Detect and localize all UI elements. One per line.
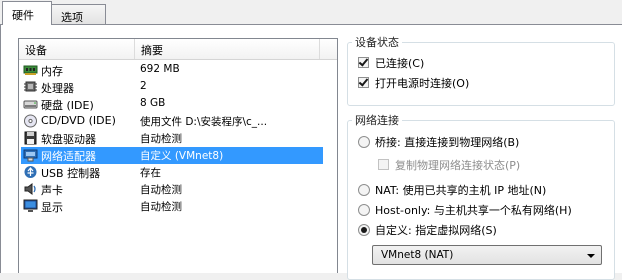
processor-icon <box>24 81 37 92</box>
device-summary: 8 GB <box>140 97 166 109</box>
tab-hardware-label: 硬件 <box>12 9 34 22</box>
tab-strip-border <box>0 24 622 25</box>
device-row-hard-disk[interactable]: 硬盘 (IDE) 8 GB <box>21 96 323 113</box>
device-summary: 自动检测 <box>140 133 182 145</box>
device-summary: 存在 <box>140 167 161 179</box>
replicate-state-label[interactable]: 复制物理网络连接状态(P) <box>395 157 520 173</box>
device-row-processor[interactable]: 处理器 2 <box>21 79 323 96</box>
device-name: 软盘驱动器 <box>41 133 96 146</box>
memory-icon <box>23 65 38 75</box>
connect-at-power-on-checkbox[interactable] <box>358 77 369 88</box>
floppy-icon <box>24 131 37 145</box>
custom-label[interactable]: 自定义: 指定虚拟网络(S) <box>375 222 497 238</box>
nat-radio[interactable] <box>358 184 370 196</box>
connected-label[interactable]: 已连接(C) <box>375 55 424 71</box>
column-separator[interactable] <box>134 39 135 59</box>
host-only-radio[interactable] <box>358 204 370 216</box>
column-header-summary[interactable]: 摘要 <box>141 42 163 58</box>
device-name: 网络适配器 <box>41 150 96 163</box>
connected-checkbox[interactable] <box>358 57 369 68</box>
device-name: USB 控制器 <box>41 167 101 180</box>
column-header-device[interactable]: 设备 <box>25 42 47 58</box>
custom-network-value: VMnet8 (NAT) <box>381 249 454 261</box>
device-summary: 692 MB <box>140 63 180 75</box>
column-separator[interactable] <box>319 39 320 59</box>
device-row-display[interactable]: 显示 自动检测 <box>21 198 323 215</box>
device-name: 声卡 <box>41 184 63 197</box>
device-name: CD/DVD (IDE) <box>41 114 116 127</box>
tab-options[interactable]: 选项 <box>51 4 106 24</box>
usb-icon <box>24 166 37 178</box>
device-row-memory[interactable]: 内存 692 MB <box>21 62 323 79</box>
device-row-cd-dvd[interactable]: CD/DVD (IDE) 使用文件 D:\安装程序\c_... <box>21 113 323 130</box>
device-name: 显示 <box>41 201 63 214</box>
device-summary: 自定义 (VMnet8) <box>140 150 224 162</box>
device-row-sound-card[interactable]: 声卡 自动检测 <box>21 181 323 198</box>
device-summary: 自动检测 <box>140 184 182 196</box>
device-status-group <box>347 42 615 106</box>
sound-card-icon <box>24 183 36 195</box>
device-list[interactable]: 设备 摘要 内存 692 MB 处理器 2 硬盘 (IDE) 8 GB CD/D… <box>18 38 338 273</box>
tab-hardware[interactable]: 硬件 <box>2 1 52 25</box>
nat-label[interactable]: NAT: 使用已共享的主机 IP 地址(N) <box>375 182 546 198</box>
device-row-floppy[interactable]: 软盘驱动器 自动检测 <box>21 130 323 147</box>
custom-network-select[interactable]: VMnet8 (NAT) <box>372 245 602 265</box>
hard-disk-icon <box>23 100 38 109</box>
device-name: 内存 <box>41 65 63 78</box>
device-name: 硬盘 (IDE) <box>41 99 94 112</box>
device-status-title: 设备状态 <box>352 34 402 50</box>
tab-options-label: 选项 <box>61 11 83 24</box>
device-row-network-adapter[interactable]: 网络适配器 自定义 (VMnet8) <box>21 147 323 164</box>
custom-radio[interactable] <box>358 224 370 236</box>
bridged-radio[interactable] <box>358 136 370 148</box>
bridged-label[interactable]: 桥接: 直接连接到物理网络(B) <box>375 134 519 150</box>
device-summary: 自动检测 <box>140 201 182 213</box>
host-only-label[interactable]: Host-only: 与主机共享一个私有网络(H) <box>375 202 572 218</box>
chevron-down-icon <box>587 254 595 258</box>
replicate-state-checkbox[interactable] <box>378 159 389 170</box>
cd-dvd-icon <box>24 114 37 128</box>
connect-at-power-on-label[interactable]: 打开电源时连接(O) <box>375 75 469 91</box>
device-name: 处理器 <box>41 82 74 95</box>
network-connection-title: 网络连接 <box>352 112 402 128</box>
device-summary: 2 <box>140 80 147 92</box>
device-list-header: 设备 摘要 <box>19 39 337 60</box>
display-icon <box>23 199 38 212</box>
device-row-usb-controller[interactable]: USB 控制器 存在 <box>21 164 323 181</box>
device-summary: 使用文件 D:\安装程序\c_... <box>140 116 268 128</box>
network-adapter-icon <box>23 149 38 162</box>
